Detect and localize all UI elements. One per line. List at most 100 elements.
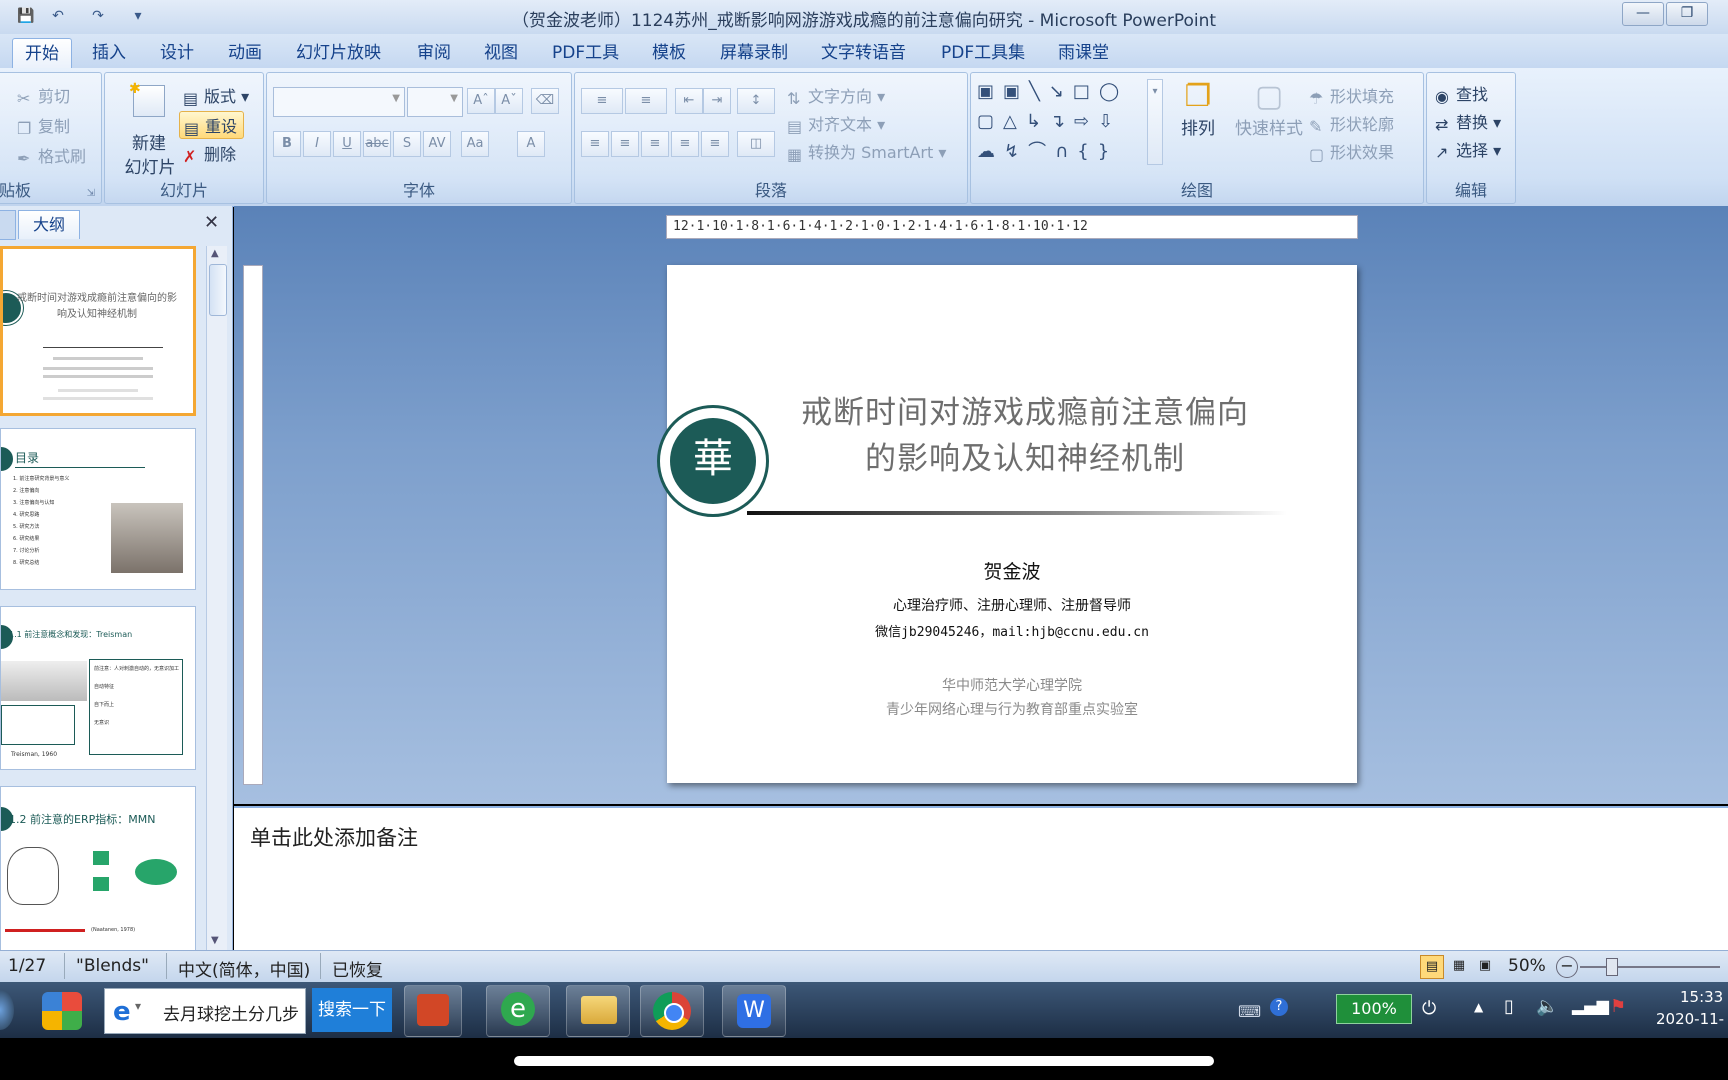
slide-thumbnail-1[interactable]: 戒断时间对游戏成瘾前注意偏向的影响及认知神经机制 <box>0 246 196 416</box>
shrink-font-button[interactable]: Aˇ <box>495 88 523 114</box>
text-direction-button[interactable]: ⇅ 文字方向 ▾ <box>787 83 885 108</box>
minimize-button[interactable]: — <box>1622 2 1664 26</box>
tab-screen-record[interactable]: 屏幕录制 <box>720 40 788 66</box>
slide-canvas[interactable]: 華 戒断时间对游戏成瘾前注意偏向 的影响及认知神经机制 贺金波 心理治疗师、注册… <box>657 265 1357 783</box>
zoom-thumb[interactable] <box>1606 958 1618 976</box>
search-button[interactable]: 搜索一下 <box>312 988 392 1032</box>
normal-view-icon[interactable]: ▤ <box>1420 955 1444 979</box>
cut-button[interactable]: ✂ 剪切 <box>17 83 70 108</box>
reset-button[interactable]: ▤ 重设 <box>179 111 245 139</box>
layout-button[interactable]: ▤ 版式 ▾ <box>183 83 249 108</box>
volume-icon[interactable]: 🔈 <box>1536 996 1558 1017</box>
zoom-slider[interactable] <box>1580 966 1720 968</box>
search-box[interactable]: e ▾ 去月球挖土分几步 <box>104 988 306 1034</box>
dialog-launcher-icon[interactable]: ⇲ <box>87 188 95 199</box>
clear-format-button[interactable]: ⌫ <box>531 88 559 114</box>
shapes-gallery[interactable]: ▣▣╲↘□◯ ▢△↳↴⇨⇩ ☁↯⌒∩{} <box>977 77 1157 169</box>
delete-slide-button[interactable]: ✗ 删除 <box>183 141 236 166</box>
grow-font-button[interactable]: Aˆ <box>467 88 495 114</box>
replace-button[interactable]: ⇄ 替换 ▾ <box>1435 109 1501 134</box>
tab-design[interactable]: 设计 <box>160 40 194 66</box>
justify-button[interactable]: ≡ <box>671 131 699 157</box>
shape-fill-button[interactable]: ☂ 形状填充 <box>1309 83 1394 108</box>
underline-button[interactable]: U <box>333 131 361 157</box>
battery-indicator[interactable]: 100% <box>1336 994 1412 1024</box>
change-case-button[interactable]: Aa <box>461 131 489 157</box>
taskbar-wps[interactable]: W <box>722 985 786 1037</box>
font-name-combo[interactable]: ▼ <box>273 87 405 117</box>
scroll-up-icon[interactable]: ▲ <box>211 248 219 259</box>
quick-styles-button[interactable]: ▢ 快速样式 <box>1229 79 1309 169</box>
select-button[interactable]: ↗ 选择 ▾ <box>1435 137 1501 162</box>
close-icon[interactable]: ✕ <box>204 212 219 233</box>
language[interactable]: 中文(简体，中国) <box>178 956 310 981</box>
align-right-button[interactable]: ≡ <box>641 131 669 157</box>
restore-button[interactable]: ❐ <box>1666 2 1708 26</box>
align-center-button[interactable]: ≡ <box>611 131 639 157</box>
increase-indent-button[interactable]: ⇥ <box>703 88 731 114</box>
tab-pdf-toolset[interactable]: PDF工具集 <box>941 40 1025 66</box>
italic-button[interactable]: I <box>303 131 331 157</box>
bullets-button[interactable]: ≡ <box>581 88 623 114</box>
decrease-indent-button[interactable]: ⇤ <box>675 88 703 114</box>
app-icon[interactable] <box>42 992 82 1030</box>
start-orb[interactable] <box>0 990 14 1030</box>
bold-button[interactable]: B <box>273 131 301 157</box>
panel-scrollbar[interactable]: ▲ ▼ <box>206 246 227 950</box>
find-button[interactable]: ◉ 查找 <box>1435 81 1488 106</box>
tab-outline[interactable]: 大纲 <box>18 210 80 239</box>
copy-button[interactable]: ❐ 复制 <box>17 113 70 138</box>
tab-rain-classroom[interactable]: 雨课堂 <box>1058 40 1109 66</box>
align-left-button[interactable]: ≡ <box>581 131 609 157</box>
power-plug-icon[interactable]: ⏻ <box>1422 998 1436 1019</box>
strikethrough-button[interactable]: abc <box>363 131 391 157</box>
font-size-combo[interactable]: ▼ <box>407 87 463 117</box>
slideshow-icon[interactable]: ▣ <box>1474 955 1496 977</box>
zoom-out-icon[interactable]: − <box>1556 956 1578 978</box>
signal-icon[interactable]: ▂▄▆ <box>1572 996 1609 1015</box>
clock-time[interactable]: 15:33 <box>1680 988 1723 1006</box>
zoom-level[interactable]: 50% <box>1508 956 1546 976</box>
line-spacing-button[interactable]: ↕ <box>737 88 775 114</box>
char-spacing-button[interactable]: AV <box>423 131 451 157</box>
new-slide-button[interactable]: ✱ 新建 幻灯片 <box>119 81 177 178</box>
shape-outline-button[interactable]: ✎ 形状轮廓 <box>1309 111 1394 136</box>
taskbar-ie[interactable]: e <box>486 985 550 1037</box>
help-icon[interactable]: ? <box>1270 998 1288 1016</box>
tab-review[interactable]: 审阅 <box>417 40 451 66</box>
distribute-button[interactable]: ≡ <box>701 131 729 157</box>
align-text-button[interactable]: ▤ 对齐文本 ▾ <box>787 111 885 136</box>
alert-flag-icon[interactable]: ⚑ <box>1610 996 1626 1017</box>
shapes-scroll[interactable]: ▾ <box>1147 79 1163 165</box>
clock-date[interactable]: 2020-11- <box>1656 1010 1724 1028</box>
shadow-button[interactable]: S <box>393 131 421 157</box>
home-indicator[interactable] <box>514 1056 1214 1066</box>
scroll-down-icon[interactable]: ▼ <box>211 935 219 946</box>
tab-animations[interactable]: 动画 <box>228 40 262 66</box>
tab-slides[interactable] <box>0 210 16 240</box>
arrange-button[interactable]: ❐ 排列 <box>1171 79 1225 169</box>
tab-insert[interactable]: 插入 <box>92 40 126 66</box>
tab-pdf-tools[interactable]: PDF工具 <box>552 40 619 66</box>
tab-view[interactable]: 视图 <box>484 40 518 66</box>
taskbar-powerpoint[interactable] <box>404 985 462 1037</box>
slide-thumbnail-4[interactable]: 1.2 前注意的ERP指标：MMN (Naatanen, 1978) <box>0 786 196 952</box>
tab-home[interactable]: 开始 <box>12 38 72 69</box>
slide-thumbnail-3[interactable]: 1.1 前注意概念和发现：Treisman Treisman, 1960 前注意… <box>0 606 196 770</box>
columns-button[interactable]: ◫ <box>737 131 775 157</box>
tab-text-to-speech[interactable]: 文字转语音 <box>821 40 906 66</box>
convert-smartart-button[interactable]: ▦ 转换为 SmartArt ▾ <box>787 139 946 164</box>
keyboard-icon[interactable]: ⌨ <box>1238 1002 1261 1021</box>
taskbar-explorer[interactable] <box>566 985 630 1037</box>
slide-sorter-icon[interactable]: ▦ <box>1448 955 1470 977</box>
format-painter-button[interactable]: ✒ 格式刷 <box>17 143 86 168</box>
notes-pane[interactable]: 单击此处添加备注 <box>234 806 1728 952</box>
tab-slideshow[interactable]: 幻灯片放映 <box>296 40 381 66</box>
slide-thumbnail-2[interactable]: 目录 1. 前注意研究背景与意义 2. 注意偏向 3. 注意偏向与认知 4. 研… <box>0 428 196 590</box>
show-hidden-icons[interactable]: ▲ <box>1474 1000 1483 1014</box>
taskbar-chrome[interactable] <box>640 985 704 1037</box>
shape-effects-button[interactable]: ▢ 形状效果 <box>1309 139 1394 164</box>
tab-templates[interactable]: 模板 <box>652 40 686 66</box>
numbering-button[interactable]: ≡ <box>625 88 667 114</box>
scroll-thumb[interactable] <box>209 264 227 316</box>
